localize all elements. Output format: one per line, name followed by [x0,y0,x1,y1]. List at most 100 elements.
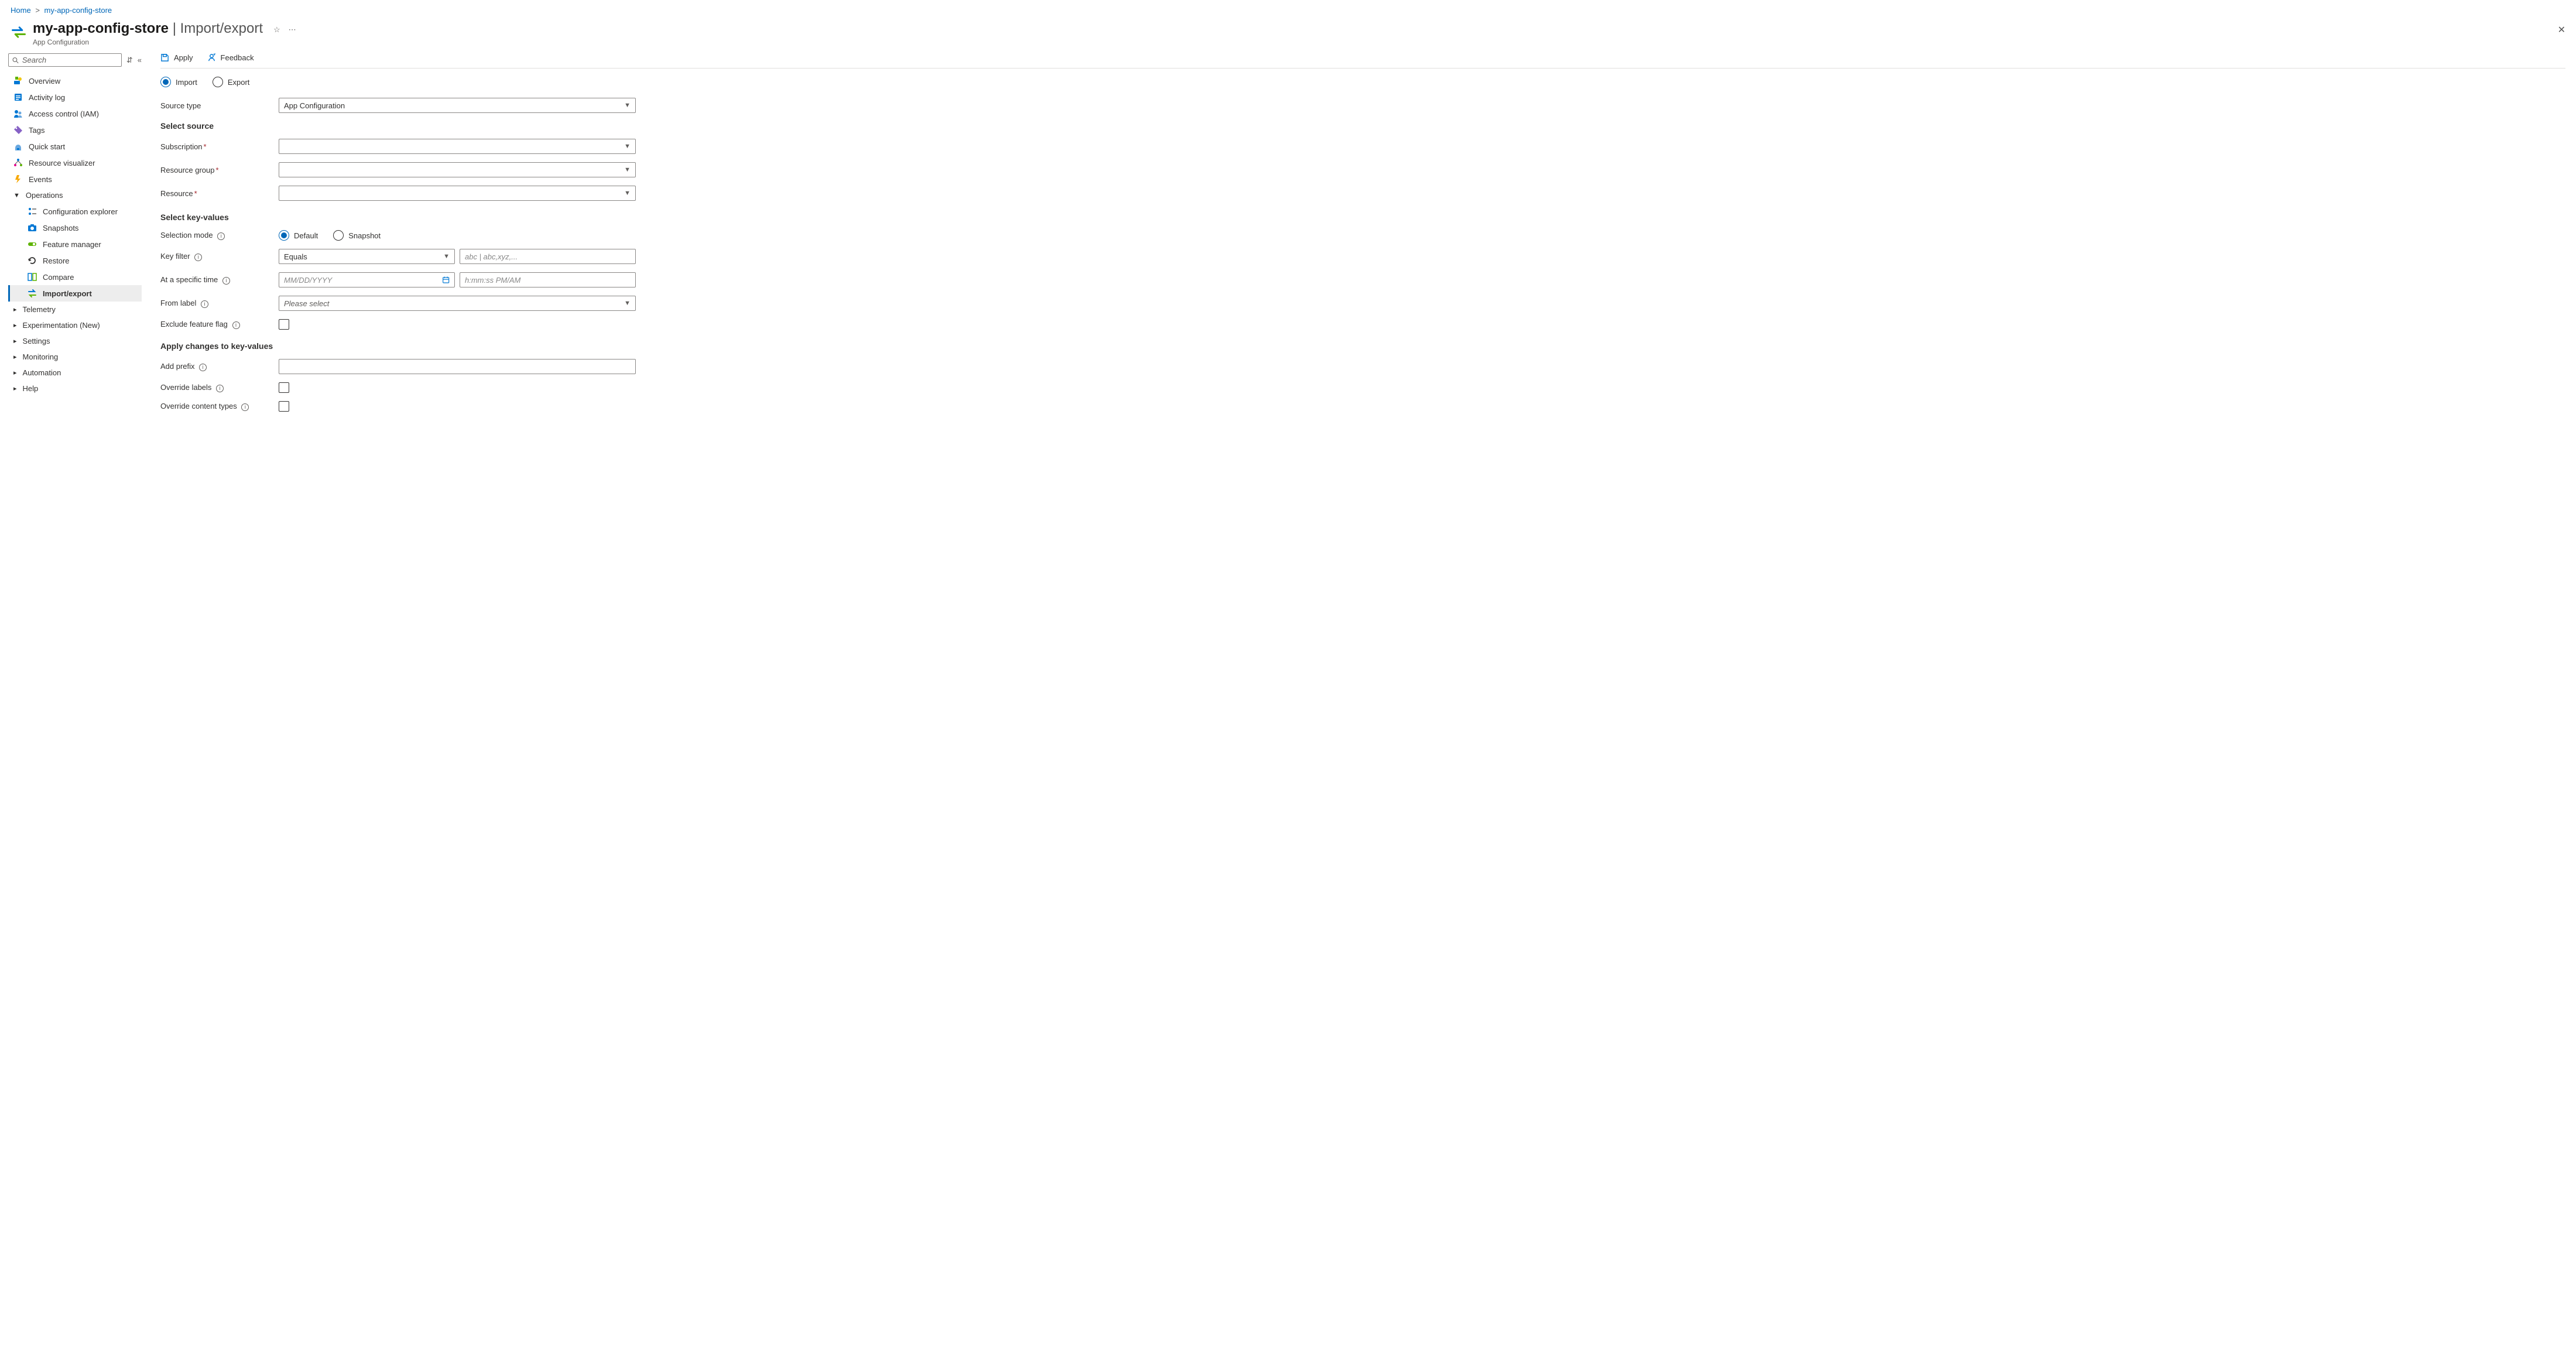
label-key-filter: Key filter i [160,252,272,261]
label-add-prefix: Add prefix i [160,362,272,371]
quick-start-icon [13,142,23,151]
sidebar-item-access-control[interactable]: Access control (IAM) [8,105,142,122]
add-prefix-input[interactable] [279,359,636,374]
sidebar-nav: Overview Activity log Access control (IA… [8,73,142,396]
sidebar-item-compare[interactable]: Compare [8,269,142,285]
label-resource-group: Resource group* [160,166,272,174]
info-icon[interactable]: i [241,403,249,411]
activity-log-icon [13,93,23,102]
chevron-down-icon: ▼ [443,253,450,260]
chevron-right-icon: ▸ [13,385,17,392]
info-icon[interactable]: i [232,321,240,329]
sidebar-group-settings[interactable]: ▸ Settings [8,333,142,349]
chevron-right-icon: ▸ [13,306,17,313]
search-icon [12,57,19,64]
resource-select[interactable]: ▼ [279,186,636,201]
date-input[interactable] [279,272,455,287]
sidebar-item-overview[interactable]: Overview [8,73,142,89]
label-at-specific-time: At a specific time i [160,275,272,285]
sidebar-item-snapshots[interactable]: Snapshots [8,220,142,236]
radio-dot-icon [279,230,289,241]
save-icon [160,53,169,62]
section-select-source: Select source [160,121,2565,131]
page-subtitle: App Configuration [33,38,263,46]
apply-button[interactable]: Apply [160,53,193,62]
label-selection-mode: Selection mode i [160,231,272,240]
sidebar-item-tags[interactable]: Tags [8,122,142,138]
chevron-right-icon: ▸ [13,369,17,376]
info-icon[interactable]: i [217,232,225,240]
sidebar-search[interactable] [8,53,122,67]
page-header: my-app-config-store | Import/export App … [0,17,2576,53]
compare-icon [28,272,37,282]
override-content-types-checkbox[interactable] [279,401,289,412]
close-button[interactable]: ✕ [2558,24,2565,36]
sidebar-group-monitoring[interactable]: ▸ Monitoring [8,349,142,365]
label-source-type: Source type [160,101,272,110]
sidebar-group-help[interactable]: ▸ Help [8,381,142,396]
radio-dot-icon [333,230,344,241]
label-exclude-feature-flag: Exclude feature flag i [160,320,272,329]
breadcrumb: Home > my-app-config-store [0,0,2576,17]
sidebar-item-feature-manager[interactable]: Feature manager [8,236,142,252]
key-filter-input[interactable] [460,249,636,264]
radio-export[interactable]: Export [213,77,250,87]
chevron-down-icon: ▼ [13,192,20,199]
sidebar-search-input[interactable] [22,56,118,64]
exclude-feature-flag-checkbox[interactable] [279,319,289,330]
key-filter-op-select[interactable]: Equals ▼ [279,249,455,264]
info-icon[interactable]: i [222,277,230,285]
calendar-icon[interactable] [442,276,450,284]
sidebar-group-telemetry[interactable]: ▸ Telemetry [8,302,142,317]
info-icon[interactable]: i [199,364,207,371]
sidebar-item-events[interactable]: Events [8,171,142,187]
more-actions-button[interactable]: ⋯ [289,25,296,35]
favorite-button[interactable]: ☆ [273,25,280,35]
breadcrumb-sep: > [35,6,40,15]
sidebar-item-activity-log[interactable]: Activity log [8,89,142,105]
section-apply-changes: Apply changes to key-values [160,341,2565,351]
section-select-kv: Select key-values [160,213,2565,222]
restore-icon [28,256,37,265]
resource-group-select[interactable]: ▼ [279,162,636,177]
radio-selection-default[interactable]: Default [279,230,318,241]
page-title: my-app-config-store | Import/export [33,20,263,37]
time-input[interactable] [460,272,636,287]
info-icon[interactable]: i [216,385,224,392]
feature-manager-icon [28,239,37,249]
iam-icon [13,109,23,118]
label-override-content-types: Override content types i [160,402,272,411]
feedback-button[interactable]: Feedback [207,53,254,62]
sidebar-item-import-export[interactable]: Import/export [8,285,142,302]
chevron-down-icon: ▼ [624,300,631,307]
sidebar-group-experimentation[interactable]: ▸ Experimentation (New) [8,317,142,333]
sidebar-sort-button[interactable]: ⇵ [126,56,133,65]
sidebar-collapse-button[interactable]: « [138,56,142,64]
source-type-select[interactable]: App Configuration ▼ [279,98,636,113]
label-from-label: From label i [160,299,272,308]
sidebar-group-operations[interactable]: ▼ Operations [8,187,142,203]
info-icon[interactable]: i [201,300,208,308]
override-labels-checkbox[interactable] [279,382,289,393]
sidebar-item-resource-visualizer[interactable]: Resource visualizer [8,155,142,171]
from-label-select[interactable]: Please select ▼ [279,296,636,311]
label-subscription: Subscription* [160,142,272,151]
chevron-right-icon: ▸ [13,321,17,329]
chevron-down-icon: ▼ [624,166,631,173]
sidebar-group-automation[interactable]: ▸ Automation [8,365,142,381]
radio-selection-snapshot[interactable]: Snapshot [333,230,381,241]
sidebar-item-restore[interactable]: Restore [8,252,142,269]
visualizer-icon [13,158,23,167]
sidebar-item-config-explorer[interactable]: Configuration explorer [8,203,142,220]
import-export-mode: Import Export [160,77,2565,87]
breadcrumb-resource[interactable]: my-app-config-store [44,6,112,15]
subscription-select[interactable]: ▼ [279,139,636,154]
main-content: Apply Feedback Import Export Source type [146,53,2576,443]
info-icon[interactable]: i [194,254,202,261]
sidebar-item-quick-start[interactable]: Quick start [8,138,142,155]
import-export-icon [11,24,27,40]
breadcrumb-home[interactable]: Home [11,6,31,15]
radio-import[interactable]: Import [160,77,197,87]
chevron-down-icon: ▼ [624,143,631,150]
overview-icon [13,76,23,85]
